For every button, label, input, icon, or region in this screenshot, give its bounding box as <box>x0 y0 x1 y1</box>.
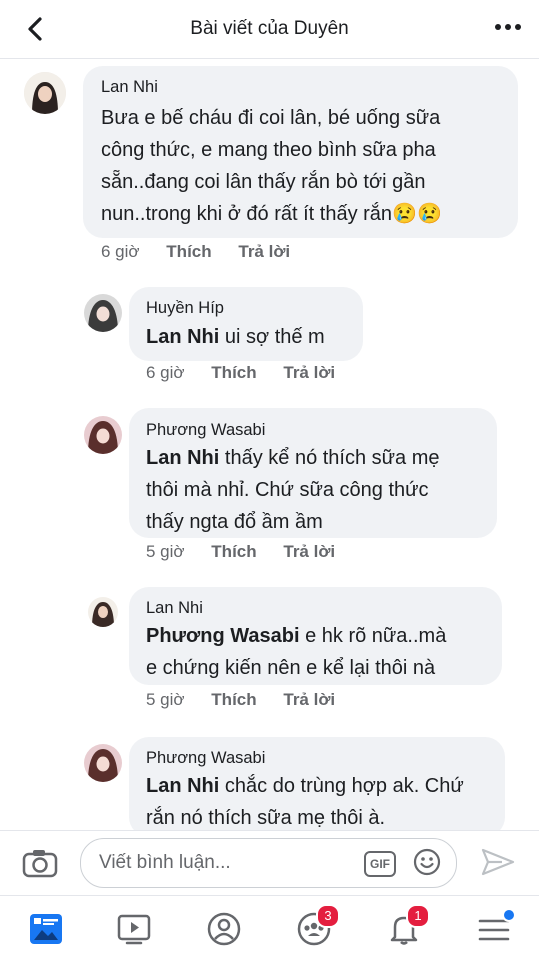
comment-meta: 6 giờ Thích Trả lời <box>101 242 290 262</box>
comment-text: Lan Nhi ui sợ thế m <box>146 326 325 348</box>
tab-groups[interactable]: 3 <box>296 904 340 947</box>
tab-notifications[interactable]: 1 <box>386 904 430 947</box>
avatar[interactable] <box>84 416 122 454</box>
gif-button[interactable]: GIF <box>364 851 396 877</box>
tab-watch[interactable] <box>116 911 152 947</box>
mention-link[interactable]: Lan Nhi <box>146 447 219 469</box>
avatar[interactable] <box>84 744 122 782</box>
reply-button[interactable]: Trả lời <box>283 363 335 382</box>
reply-button[interactable]: Trả lời <box>283 690 335 709</box>
comment-text: Bưa e bế cháu đi coi lân, bé uống sữa cô… <box>101 107 442 225</box>
comment-placeholder: Viết bình luận... <box>99 852 231 873</box>
timestamp: 5 giờ <box>146 690 185 709</box>
tab-profile[interactable] <box>206 911 242 947</box>
comment-author[interactable]: Phương Wasabi <box>146 421 265 440</box>
profile-icon <box>207 912 241 946</box>
comment-author[interactable]: Huyền Híp <box>146 299 224 318</box>
top-bar: Bài viết của Duyên <box>0 0 539 59</box>
more-options-icon[interactable] <box>495 24 521 32</box>
like-button[interactable]: Thích <box>211 542 256 561</box>
comment-meta: 5 giờ Thích Trả lời <box>146 542 335 562</box>
comment-author[interactable]: Lan Nhi <box>146 599 203 618</box>
avatar[interactable] <box>84 294 122 332</box>
news-feed-icon <box>30 914 62 944</box>
watch-icon <box>117 914 151 945</box>
send-icon[interactable] <box>480 847 516 877</box>
like-button[interactable]: Thích <box>211 363 256 382</box>
comment-author[interactable]: Phương Wasabi <box>146 749 265 768</box>
avatar[interactable] <box>24 72 66 114</box>
reply-button[interactable]: Trả lời <box>238 242 290 261</box>
tab-news-feed[interactable] <box>28 911 64 947</box>
timestamp: 6 giờ <box>146 363 185 382</box>
emoji-icon[interactable] <box>413 848 441 876</box>
notifications-badge: 1 <box>406 904 430 928</box>
comment-input[interactable]: Viết bình luận... GIF <box>80 838 457 888</box>
comment-meta: 6 giờ Thích Trả lời <box>146 363 335 383</box>
comment-text: Lan Nhi thấy kể nó thích sữa mẹ thôi mà … <box>146 447 440 533</box>
bottom-tab-bar: 3 1 <box>0 895 539 961</box>
like-button[interactable]: Thích <box>211 690 256 709</box>
mention-link[interactable]: Lan Nhi <box>146 775 219 797</box>
like-button[interactable]: Thích <box>166 242 211 261</box>
menu-indicator-dot <box>502 908 516 922</box>
reply-button[interactable]: Trả lời <box>283 542 335 561</box>
page-title: Bài viết của Duyên <box>190 18 349 39</box>
comment-composer: Viết bình luận... GIF <box>0 830 539 896</box>
comment-meta: 5 giờ Thích Trả lời <box>146 690 335 710</box>
mention-link[interactable]: Phương Wasabi <box>146 625 300 647</box>
groups-badge: 3 <box>316 904 340 928</box>
timestamp: 5 giờ <box>146 542 185 561</box>
mention-link[interactable]: Lan Nhi <box>146 326 219 348</box>
camera-icon[interactable] <box>22 848 58 878</box>
comment-text: Phương Wasabi e hk rõ nữa..mà e chứng ki… <box>146 625 447 679</box>
comment-text: Lan Nhi chắc do trùng hợp ak. Chứ rắn nó… <box>146 775 464 829</box>
comment-author[interactable]: Lan Nhi <box>101 78 158 97</box>
timestamp: 6 giờ <box>101 242 140 261</box>
avatar[interactable] <box>88 597 118 627</box>
tab-menu[interactable] <box>476 908 516 947</box>
